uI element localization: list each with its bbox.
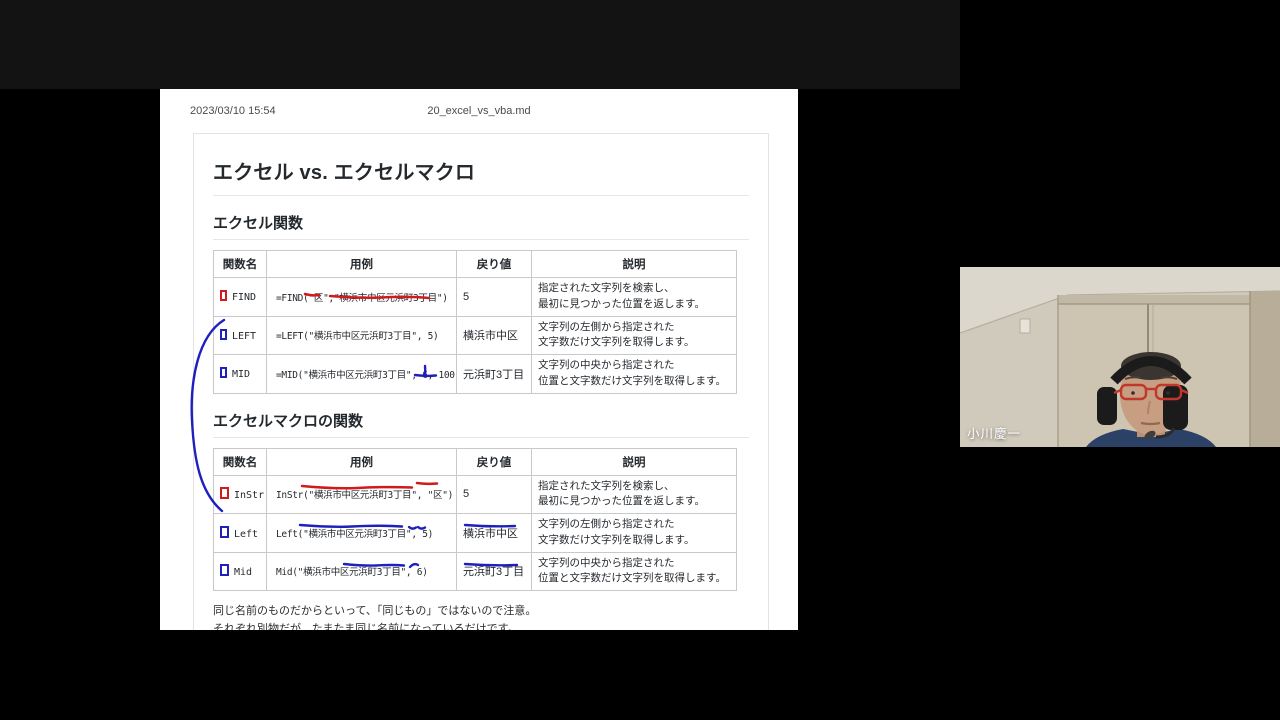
column-header-return-value: 戻り値	[457, 448, 532, 475]
table-header-row: 関数名 用例 戻り値 説明	[214, 448, 737, 475]
description-cell: 文字列の中央から指定された位置と文字数だけ文字列を取得します。	[532, 552, 737, 591]
wall-switch	[1020, 319, 1030, 333]
table-header-row: 関数名 用例 戻り値 説明	[214, 251, 737, 278]
usage-cell: Mid("横浜市中区元浜町3丁目", 6)	[267, 552, 457, 591]
excel-macro-functions-table: 関数名 用例 戻り値 説明 InStr InStr("横浜市中区元浜町3丁目",…	[213, 448, 737, 592]
description-cell: 文字列の中央から指定された位置と文字数だけ文字列を取得します。	[532, 355, 737, 394]
footer-notes: 同じ名前のものだからといって、「同じもの」ではないので注意。 それぞれ別物だが、…	[213, 603, 749, 630]
page-title: エクセル vs. エクセルマクロ	[213, 156, 749, 196]
usage-cell: InStr("横浜市中区元浜町3丁目", "区")	[267, 475, 457, 514]
function-name-cell: Mid	[214, 552, 267, 591]
red-square-annotation	[220, 290, 227, 301]
function-name-cell: Left	[214, 514, 267, 553]
table-row-instr: InStr InStr("横浜市中区元浜町3丁目", "区") 5 指定された文…	[214, 475, 737, 514]
note-line: それぞれ別物だが、たまたま同じ名前になっているだけです。	[213, 621, 749, 630]
return-value-cell: 横浜市中区	[457, 316, 532, 355]
column-header-return-value: 戻り値	[457, 251, 532, 278]
description-cell: 指定された文字列を検索し、最初に見つかった位置を返します。	[532, 278, 737, 317]
blue-square-annotation	[220, 564, 229, 576]
markdown-content-box: エクセル vs. エクセルマクロ エクセル関数 関数名 用例 戻り値 説明 FI…	[193, 133, 769, 630]
return-value-cell: 横浜市中区	[457, 514, 532, 553]
column-header-usage: 用例	[267, 448, 457, 475]
description-cell: 文字列の左側から指定された文字数だけ文字列を取得します。	[532, 316, 737, 355]
red-square-annotation	[220, 487, 229, 499]
table-row-left: LEFT =LEFT("横浜市中区元浜町3丁目", 5) 横浜市中区 文字列の左…	[214, 316, 737, 355]
function-name-cell: InStr	[214, 475, 267, 514]
column-header-description: 説明	[532, 448, 737, 475]
function-name-cell: FIND	[214, 278, 267, 317]
mouth	[1141, 423, 1160, 424]
column-header-description: 説明	[532, 251, 737, 278]
excel-functions-table: 関数名 用例 戻り値 説明 FIND =FIND("区","横浜市中区元浜町3丁…	[213, 250, 737, 394]
column-header-function-name: 関数名	[214, 251, 267, 278]
webcam-scene	[960, 267, 1280, 447]
column-header-function-name: 関数名	[214, 448, 267, 475]
print-header-filename: 20_excel_vs_vba.md	[160, 105, 798, 117]
section-heading-macro-functions: エクセルマクロの関数	[213, 410, 749, 438]
table-row-mid-vba: Mid Mid("横浜市中区元浜町3丁目", 6) 元浜町3丁目 文字列の中央か…	[214, 552, 737, 591]
participant-name-label: 小川慶一	[967, 423, 1021, 442]
description-cell: 文字列の左側から指定された文字数だけ文字列を取得します。	[532, 514, 737, 553]
eye	[1166, 391, 1170, 395]
function-name-cell: MID	[214, 355, 267, 394]
usage-cell: =LEFT("横浜市中区元浜町3丁目", 5)	[267, 316, 457, 355]
eye	[1131, 391, 1135, 395]
table-row-find: FIND =FIND("区","横浜市中区元浜町3丁目") 5 指定された文字列…	[214, 278, 737, 317]
return-value-cell: 5	[457, 278, 532, 317]
blue-square-annotation	[220, 329, 227, 340]
usage-cell: =FIND("区","横浜市中区元浜町3丁目")	[267, 278, 457, 317]
section-heading-excel-functions: エクセル関数	[213, 212, 749, 240]
table-row-mid: MID =MID("横浜市中区元浜町3丁目", 6, 100) 元浜町3丁目 文…	[214, 355, 737, 394]
function-name-cell: LEFT	[214, 316, 267, 355]
usage-cell: =MID("横浜市中区元浜町3丁目", 6, 100)	[267, 355, 457, 394]
return-value-cell: 5	[457, 475, 532, 514]
return-value-cell: 元浜町3丁目	[457, 552, 532, 591]
document-page: 2023/03/10 15:54 20_excel_vs_vba.md エクセル…	[160, 89, 798, 630]
description-cell: 指定された文字列を検索し、最初に見つかった位置を返します。	[532, 475, 737, 514]
column-header-usage: 用例	[267, 251, 457, 278]
note-line: 同じ名前のものだからといって、「同じもの」ではないので注意。	[213, 603, 749, 621]
webcam-video: 小川慶一	[960, 267, 1280, 447]
usage-cell: Left("横浜市中区元浜町3丁目", 5)	[267, 514, 457, 553]
blue-square-annotation	[220, 526, 229, 538]
screenshare-top-strip	[0, 0, 960, 89]
return-value-cell: 元浜町3丁目	[457, 355, 532, 394]
blue-square-annotation	[220, 367, 227, 378]
table-row-left-vba: Left Left("横浜市中区元浜町3丁目", 5) 横浜市中区 文字列の左側…	[214, 514, 737, 553]
